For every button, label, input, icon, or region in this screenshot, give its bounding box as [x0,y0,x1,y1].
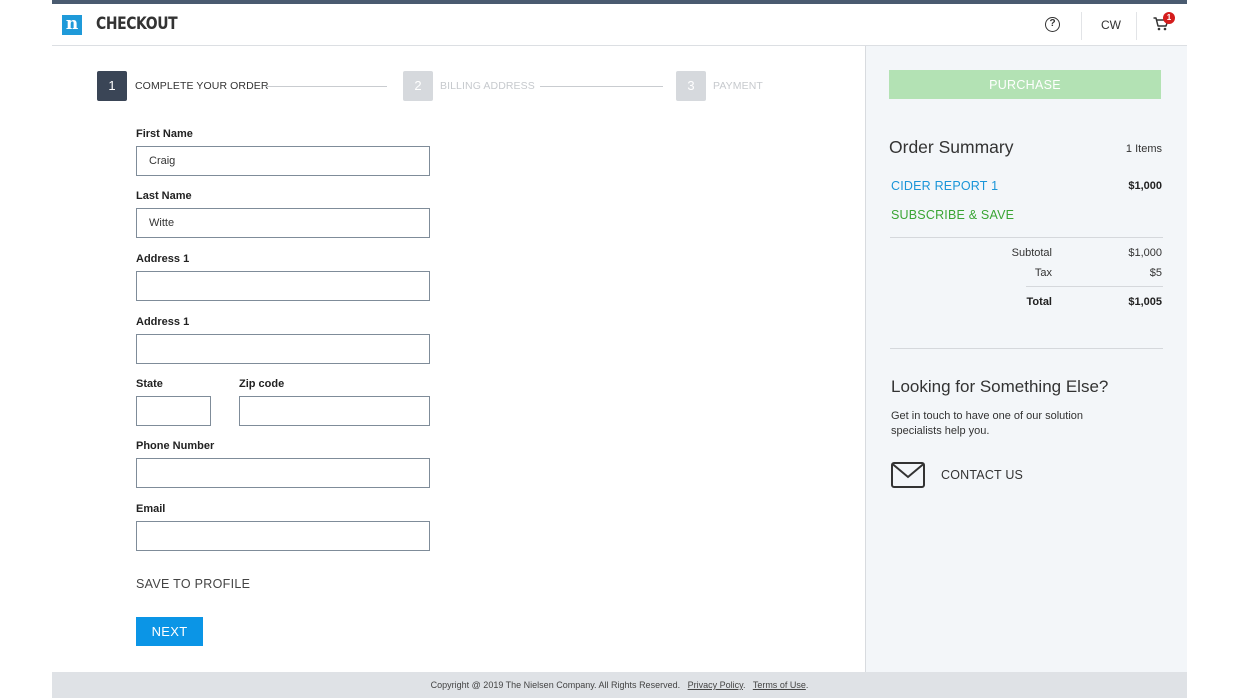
state-field[interactable] [136,396,211,426]
order-summary-title: Order Summary [889,137,1014,157]
step-3-label: PAYMENT [713,80,763,92]
save-to-profile-link[interactable]: SAVE TO PROFILE [136,577,250,591]
checkout-form-area: 1 COMPLETE YOUR ORDER 2 BILLING ADDRESS … [52,46,865,672]
help-text: Get in touch to have one of our solution… [891,410,1084,437]
order-summary-panel: PURCHASE Order Summary 1 Items CIDER REP… [865,46,1187,672]
zip-field[interactable] [239,396,430,426]
address2-field[interactable] [136,334,430,364]
zip-label: Zip code [239,378,285,390]
header-divider [1081,12,1082,40]
section-divider [890,348,1163,349]
phone-label: Phone Number [136,440,215,452]
phone-field[interactable] [136,458,430,488]
checkout-page: n CHECKOUT ? CW 1 1 COMPLETE YOUR ORDER … [52,0,1187,698]
address1-field[interactable] [136,271,430,301]
header-divider [1136,12,1137,40]
logo-icon[interactable]: n [62,15,82,35]
product-price: $1,000 [1128,180,1162,192]
step-connector [265,86,387,87]
state-label: State [136,378,163,390]
help-icon[interactable]: ? [1045,17,1060,32]
step-1-number: 1 [97,71,127,101]
address1-label: Address 1 [136,253,190,265]
summary-divider [890,237,1163,238]
step-connector [540,86,663,87]
page-title: CHECKOUT [96,14,178,34]
step-1-label: COMPLETE YOUR ORDER [135,80,269,92]
total-value: $1,005 [1128,296,1162,308]
help-title: Looking for Something Else? [891,377,1109,396]
user-initials[interactable]: CW [1101,18,1121,32]
tax-label: Tax [1034,267,1052,279]
product-link[interactable]: CIDER REPORT 1 [891,179,998,193]
purchase-button[interactable]: PURCHASE [889,70,1161,99]
email-field[interactable] [136,521,430,551]
terms-of-use-link[interactable]: Terms of Use [753,680,806,690]
step-3-number: 3 [676,71,706,101]
step-2-number: 2 [403,71,433,101]
copyright-text: Copyright @ 2019 The Nielsen Company. Al… [430,680,681,690]
item-count: 1 Items [1125,143,1162,155]
last-name-label: Last Name [136,190,192,202]
subtotal-value: $1,000 [1128,247,1162,259]
email-label: Email [136,503,166,515]
cart-count-badge: 1 [1163,12,1175,24]
privacy-policy-link[interactable]: Privacy Policy [688,680,743,690]
tax-value: $5 [1149,267,1162,279]
mail-icon[interactable] [891,462,925,488]
address2-label: Address 1 [136,316,190,328]
step-2-label: BILLING ADDRESS [440,80,535,92]
subscribe-and-save-link[interactable]: SUBSCRIBE & SAVE [891,208,1014,222]
total-label: Total [1026,296,1052,308]
contact-us-link[interactable]: CONTACT US [941,468,1023,482]
total-divider [1026,286,1163,287]
first-name-label: First Name [136,128,193,140]
header: n CHECKOUT ? CW 1 [52,4,1187,46]
next-button[interactable]: NEXT [136,617,203,646]
subtotal-label: Subtotal [1011,247,1052,259]
last-name-field[interactable] [136,208,430,238]
footer: Copyright @ 2019 The Nielsen Company. Al… [52,672,1187,698]
first-name-field[interactable] [136,146,430,176]
